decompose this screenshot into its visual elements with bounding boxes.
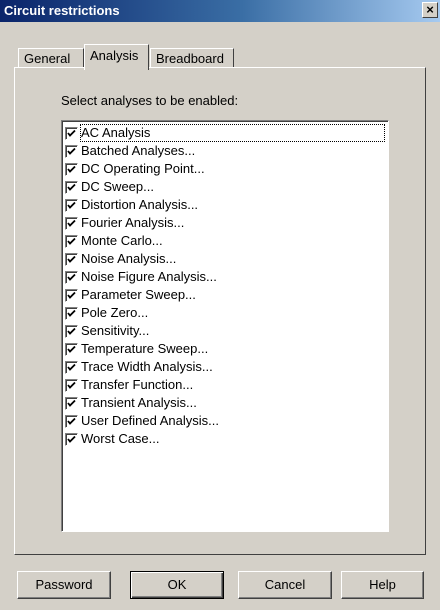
analysis-checkbox[interactable]: [65, 325, 78, 338]
analysis-label: Noise Figure Analysis...: [81, 269, 217, 284]
circuit-restrictions-dialog: Circuit restrictions × General Analysis …: [0, 0, 440, 610]
checkmark-icon: [67, 255, 76, 263]
analysis-checkbox[interactable]: [65, 199, 78, 212]
analysis-checkbox[interactable]: [65, 271, 78, 284]
tab-breadboard-label: Breadboard: [156, 51, 224, 66]
checkmark-icon: [67, 381, 76, 389]
analysis-checkbox[interactable]: [65, 415, 78, 428]
analysis-checkbox[interactable]: [65, 343, 78, 356]
analysis-checkbox[interactable]: [65, 379, 78, 392]
analysis-checkbox[interactable]: [65, 235, 78, 248]
analysis-list-item[interactable]: Parameter Sweep...: [65, 286, 385, 304]
analysis-label: Batched Analyses...: [81, 143, 196, 158]
analysis-list-item[interactable]: Trace Width Analysis...: [65, 358, 385, 376]
analysis-list-item[interactable]: Sensitivity...: [65, 322, 385, 340]
analysis-list-item[interactable]: Distortion Analysis...: [65, 196, 385, 214]
checkmark-icon: [67, 327, 76, 335]
analysis-label: Transfer Function...: [81, 377, 194, 392]
analysis-label: Trace Width Analysis...: [81, 359, 213, 374]
instruction-label: Select analyses to be enabled:: [61, 93, 239, 108]
password-button-label: Password: [35, 577, 93, 592]
analysis-list-item[interactable]: DC Sweep...: [65, 178, 385, 196]
checkmark-icon: [67, 273, 76, 281]
checkmark-icon: [67, 435, 76, 443]
analysis-checkbox[interactable]: [65, 217, 78, 230]
checkmark-icon: [67, 345, 76, 353]
checkmark-icon: [67, 237, 76, 245]
analysis-checkbox[interactable]: [65, 307, 78, 320]
analyses-list-items: AC Analysis Batched Analyses... DC Operati…: [65, 124, 385, 448]
analysis-checkbox[interactable]: [65, 145, 78, 158]
checkmark-icon: [67, 219, 76, 227]
analyses-list[interactable]: AC Analysis Batched Analyses... DC Operati…: [61, 120, 389, 532]
analysis-tab-panel: Select analyses to be enabled: AC Analys…: [14, 67, 426, 555]
tab-breadboard[interactable]: Breadboard: [150, 48, 234, 68]
analysis-checkbox[interactable]: [65, 289, 78, 302]
analysis-list-item[interactable]: Noise Analysis...: [65, 250, 385, 268]
checkmark-icon: [67, 129, 76, 137]
analysis-label: Fourier Analysis...: [81, 215, 185, 230]
help-button[interactable]: Help: [341, 571, 424, 599]
checkmark-icon: [67, 363, 76, 371]
analysis-list-item[interactable]: Monte Carlo...: [65, 232, 385, 250]
analysis-list-item[interactable]: User Defined Analysis...: [65, 412, 385, 430]
password-button[interactable]: Password: [17, 571, 111, 599]
analysis-label: Noise Analysis...: [81, 251, 177, 266]
analysis-list-item[interactable]: Transfer Function...: [65, 376, 385, 394]
analysis-label: DC Operating Point...: [81, 161, 205, 176]
analysis-checkbox[interactable]: [65, 163, 78, 176]
analysis-list-item[interactable]: DC Operating Point...: [65, 160, 385, 178]
checkmark-icon: [67, 291, 76, 299]
checkmark-icon: [67, 183, 76, 191]
close-button[interactable]: ×: [422, 2, 438, 18]
analysis-checkbox[interactable]: [65, 253, 78, 266]
cancel-button-label: Cancel: [264, 577, 306, 592]
checkmark-icon: [67, 309, 76, 317]
analysis-list-item[interactable]: Temperature Sweep...: [65, 340, 385, 358]
analysis-label: User Defined Analysis...: [81, 413, 220, 428]
checkmark-icon: [67, 201, 76, 209]
analysis-checkbox[interactable]: [65, 397, 78, 410]
checkmark-icon: [67, 399, 76, 407]
tab-general[interactable]: General: [18, 48, 84, 68]
window-title: Circuit restrictions: [4, 3, 120, 18]
ok-button[interactable]: OK: [130, 571, 224, 599]
analysis-label: AC Analysis: [80, 124, 385, 142]
analysis-label: Parameter Sweep...: [81, 287, 196, 302]
analysis-label: Pole Zero...: [81, 305, 149, 320]
tab-analysis[interactable]: Analysis: [84, 44, 149, 70]
checkmark-icon: [67, 165, 76, 173]
analysis-list-item[interactable]: Transient Analysis...: [65, 394, 385, 412]
analysis-label: Worst Case...: [81, 431, 160, 446]
title-bar[interactable]: Circuit restrictions ×: [0, 0, 440, 22]
analysis-label: Transient Analysis...: [81, 395, 197, 410]
analysis-label: Distortion Analysis...: [81, 197, 199, 212]
analysis-label: DC Sweep...: [81, 179, 154, 194]
analysis-label: Temperature Sweep...: [81, 341, 209, 356]
checkmark-icon: [67, 147, 76, 155]
analysis-label: Sensitivity...: [81, 323, 150, 338]
tab-analysis-label: Analysis: [90, 48, 139, 63]
analysis-checkbox[interactable]: [65, 181, 78, 194]
analysis-list-item[interactable]: Pole Zero...: [65, 304, 385, 322]
ok-button-label: OK: [167, 577, 187, 592]
analysis-checkbox[interactable]: [65, 127, 78, 140]
analysis-checkbox[interactable]: [65, 433, 78, 446]
analysis-list-item[interactable]: Batched Analyses...: [65, 142, 385, 160]
checkmark-icon: [67, 417, 76, 425]
analysis-list-item[interactable]: Fourier Analysis...: [65, 214, 385, 232]
analysis-list-item[interactable]: AC Analysis: [65, 124, 385, 142]
tab-general-label: General: [24, 51, 71, 66]
analysis-list-item[interactable]: Noise Figure Analysis...: [65, 268, 385, 286]
analysis-list-item[interactable]: Worst Case...: [65, 430, 385, 448]
close-icon: ×: [426, 2, 434, 17]
analysis-label: Monte Carlo...: [81, 233, 163, 248]
analysis-checkbox[interactable]: [65, 361, 78, 374]
help-button-label: Help: [369, 577, 396, 592]
cancel-button[interactable]: Cancel: [238, 571, 332, 599]
